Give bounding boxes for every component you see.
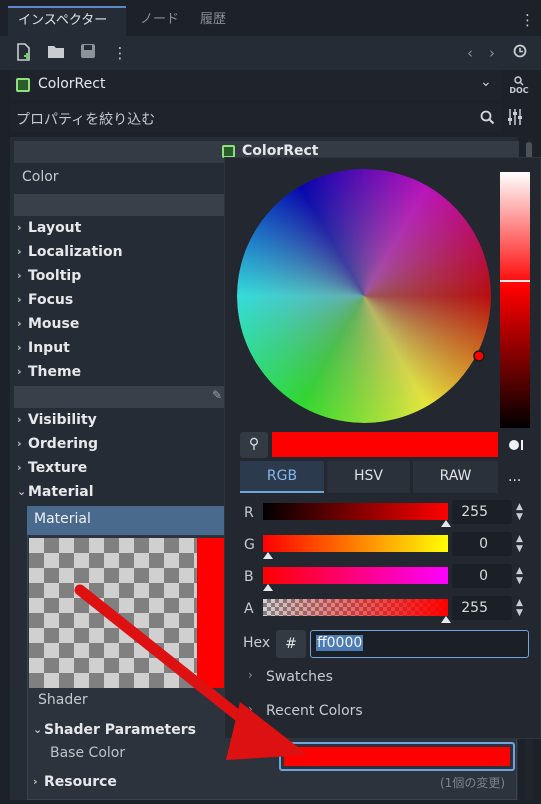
channel-value-b[interactable]: 0 (452, 564, 512, 588)
section-label: Theme (28, 364, 82, 380)
tab-rgb[interactable]: RGB (240, 461, 324, 493)
material-resource-header[interactable]: Material (27, 506, 227, 535)
channel-label: R (244, 505, 254, 521)
channel-value-g[interactable]: 0 (452, 532, 512, 556)
colorrect-node-icon (16, 78, 30, 92)
tab-history[interactable]: 履歴 (190, 6, 236, 36)
color-wheel[interactable] (236, 168, 500, 424)
chevron-right-icon: › (17, 245, 22, 258)
node-selector[interactable]: ColorRect ⌄ (10, 70, 502, 100)
chevron-right-icon[interactable]: › (482, 43, 502, 63)
value-slider-marker[interactable] (500, 280, 530, 282)
chevron-down-icon: ⌄ (17, 485, 27, 498)
save-icon[interactable] (78, 43, 98, 63)
history-icon[interactable] (510, 43, 530, 63)
chevron-left-icon[interactable]: ‹ (460, 43, 480, 63)
folder-icon[interactable] (46, 43, 66, 63)
section-label: Focus (28, 292, 74, 308)
chevron-right-icon: › (17, 317, 22, 330)
node-name: ColorRect (38, 76, 106, 92)
wheel-cursor[interactable] (473, 350, 485, 362)
tab-inspector[interactable]: インスペクター (8, 6, 126, 36)
value-slider[interactable] (500, 172, 530, 428)
annotation-arrow (74, 584, 308, 760)
color-label: Color (22, 169, 59, 185)
tab-node[interactable]: ノード (130, 6, 189, 36)
spinner-arrows-icon[interactable]: ▲ ▼ (516, 534, 523, 554)
search-icon (480, 110, 495, 125)
color-shape-toggle-icon[interactable] (508, 437, 524, 453)
eyedropper-button[interactable]: ⚲ (240, 432, 268, 458)
channel-slider-grabber[interactable] (441, 520, 451, 527)
chevron-right-icon: › (17, 341, 22, 354)
chevron-right-icon: › (17, 293, 22, 306)
hex-input[interactable]: ff0000 (310, 630, 529, 658)
current-color-preview (272, 432, 498, 457)
picker-more-button[interactable]: ... (508, 469, 521, 485)
property-filter-input[interactable]: プロパティを絞り込む (10, 104, 502, 132)
tab-raw[interactable]: RAW (413, 461, 498, 493)
chevron-right-icon: › (17, 461, 22, 474)
chevron-right-icon: › (33, 775, 38, 788)
filter-placeholder: プロパティを絞り込む (16, 112, 156, 128)
section-input[interactable]: › Input (14, 336, 70, 360)
section-mouse[interactable]: › Mouse (14, 312, 79, 336)
section-label: Ordering (28, 436, 99, 452)
filter-options-icon[interactable] (505, 108, 525, 128)
section-layout[interactable]: › Layout (14, 216, 81, 240)
section-ordering[interactable]: › Ordering (14, 432, 98, 456)
section-label: Material (28, 484, 94, 500)
section-label: Mouse (28, 316, 80, 332)
eyedropper-icon: ⚲ (248, 436, 260, 452)
section-label: Input (28, 340, 70, 356)
channel-slider-r[interactable] (263, 503, 448, 520)
section-label: Texture (28, 460, 88, 476)
chevron-down-icon: ⌄ (480, 74, 492, 90)
section-localization[interactable]: › Localization (14, 240, 123, 264)
section-label: Tooltip (28, 268, 82, 284)
channel-slider-grabber[interactable] (441, 616, 451, 623)
chevron-down-icon: ⌄ (33, 723, 43, 736)
chevron-right-icon: › (17, 221, 22, 234)
hex-value: ff0000 (316, 635, 364, 651)
open-docs-button[interactable]: DOC (505, 74, 533, 98)
section-tooltip[interactable]: › Tooltip (14, 264, 81, 288)
dock-menu-icon[interactable]: ⋮ (520, 10, 535, 30)
spinner-arrows-icon[interactable]: ▲ ▼ (516, 566, 523, 586)
new-resource-icon[interactable] (14, 43, 34, 63)
chevron-right-icon: › (17, 413, 22, 426)
section-label: Localization (28, 244, 123, 260)
chevron-right-icon: › (17, 437, 22, 450)
channel-value-a[interactable]: 255 (452, 596, 512, 620)
channel-slider-g[interactable] (263, 535, 448, 552)
spinner-arrows-icon[interactable]: ▲ ▼ (516, 598, 523, 618)
section-visibility[interactable]: › Visibility (14, 408, 97, 432)
section-label: Visibility (28, 412, 97, 428)
channel-value-r[interactable]: 255 (452, 500, 512, 524)
dock-tab-bar: インスペクター ノード 履歴 ⋮ (0, 0, 541, 36)
section-focus[interactable]: › Focus (14, 288, 73, 312)
channel-slider-grabber[interactable] (263, 552, 273, 559)
section-theme[interactable]: › Theme (14, 360, 81, 384)
spinner-arrows-icon[interactable]: ▲ ▼ (516, 502, 523, 522)
section-label: Layout (28, 220, 82, 236)
channel-label: G (244, 537, 255, 553)
chevron-right-icon: › (17, 269, 22, 282)
material-label: Material (34, 511, 91, 527)
section-material[interactable]: ⌄ Material (14, 480, 94, 504)
tab-hsv[interactable]: HSV (327, 461, 410, 493)
search-help-icon (514, 76, 524, 86)
changes-count: (1個の変更) (440, 776, 505, 790)
pencil-icon: ✎ (212, 388, 223, 402)
chevron-right-icon: › (17, 365, 22, 378)
section-texture[interactable]: › Texture (14, 456, 87, 480)
kebab-menu-icon[interactable]: ⋮ (110, 43, 130, 63)
inspector-toolbar: ⋮ ‹ › (0, 36, 541, 70)
